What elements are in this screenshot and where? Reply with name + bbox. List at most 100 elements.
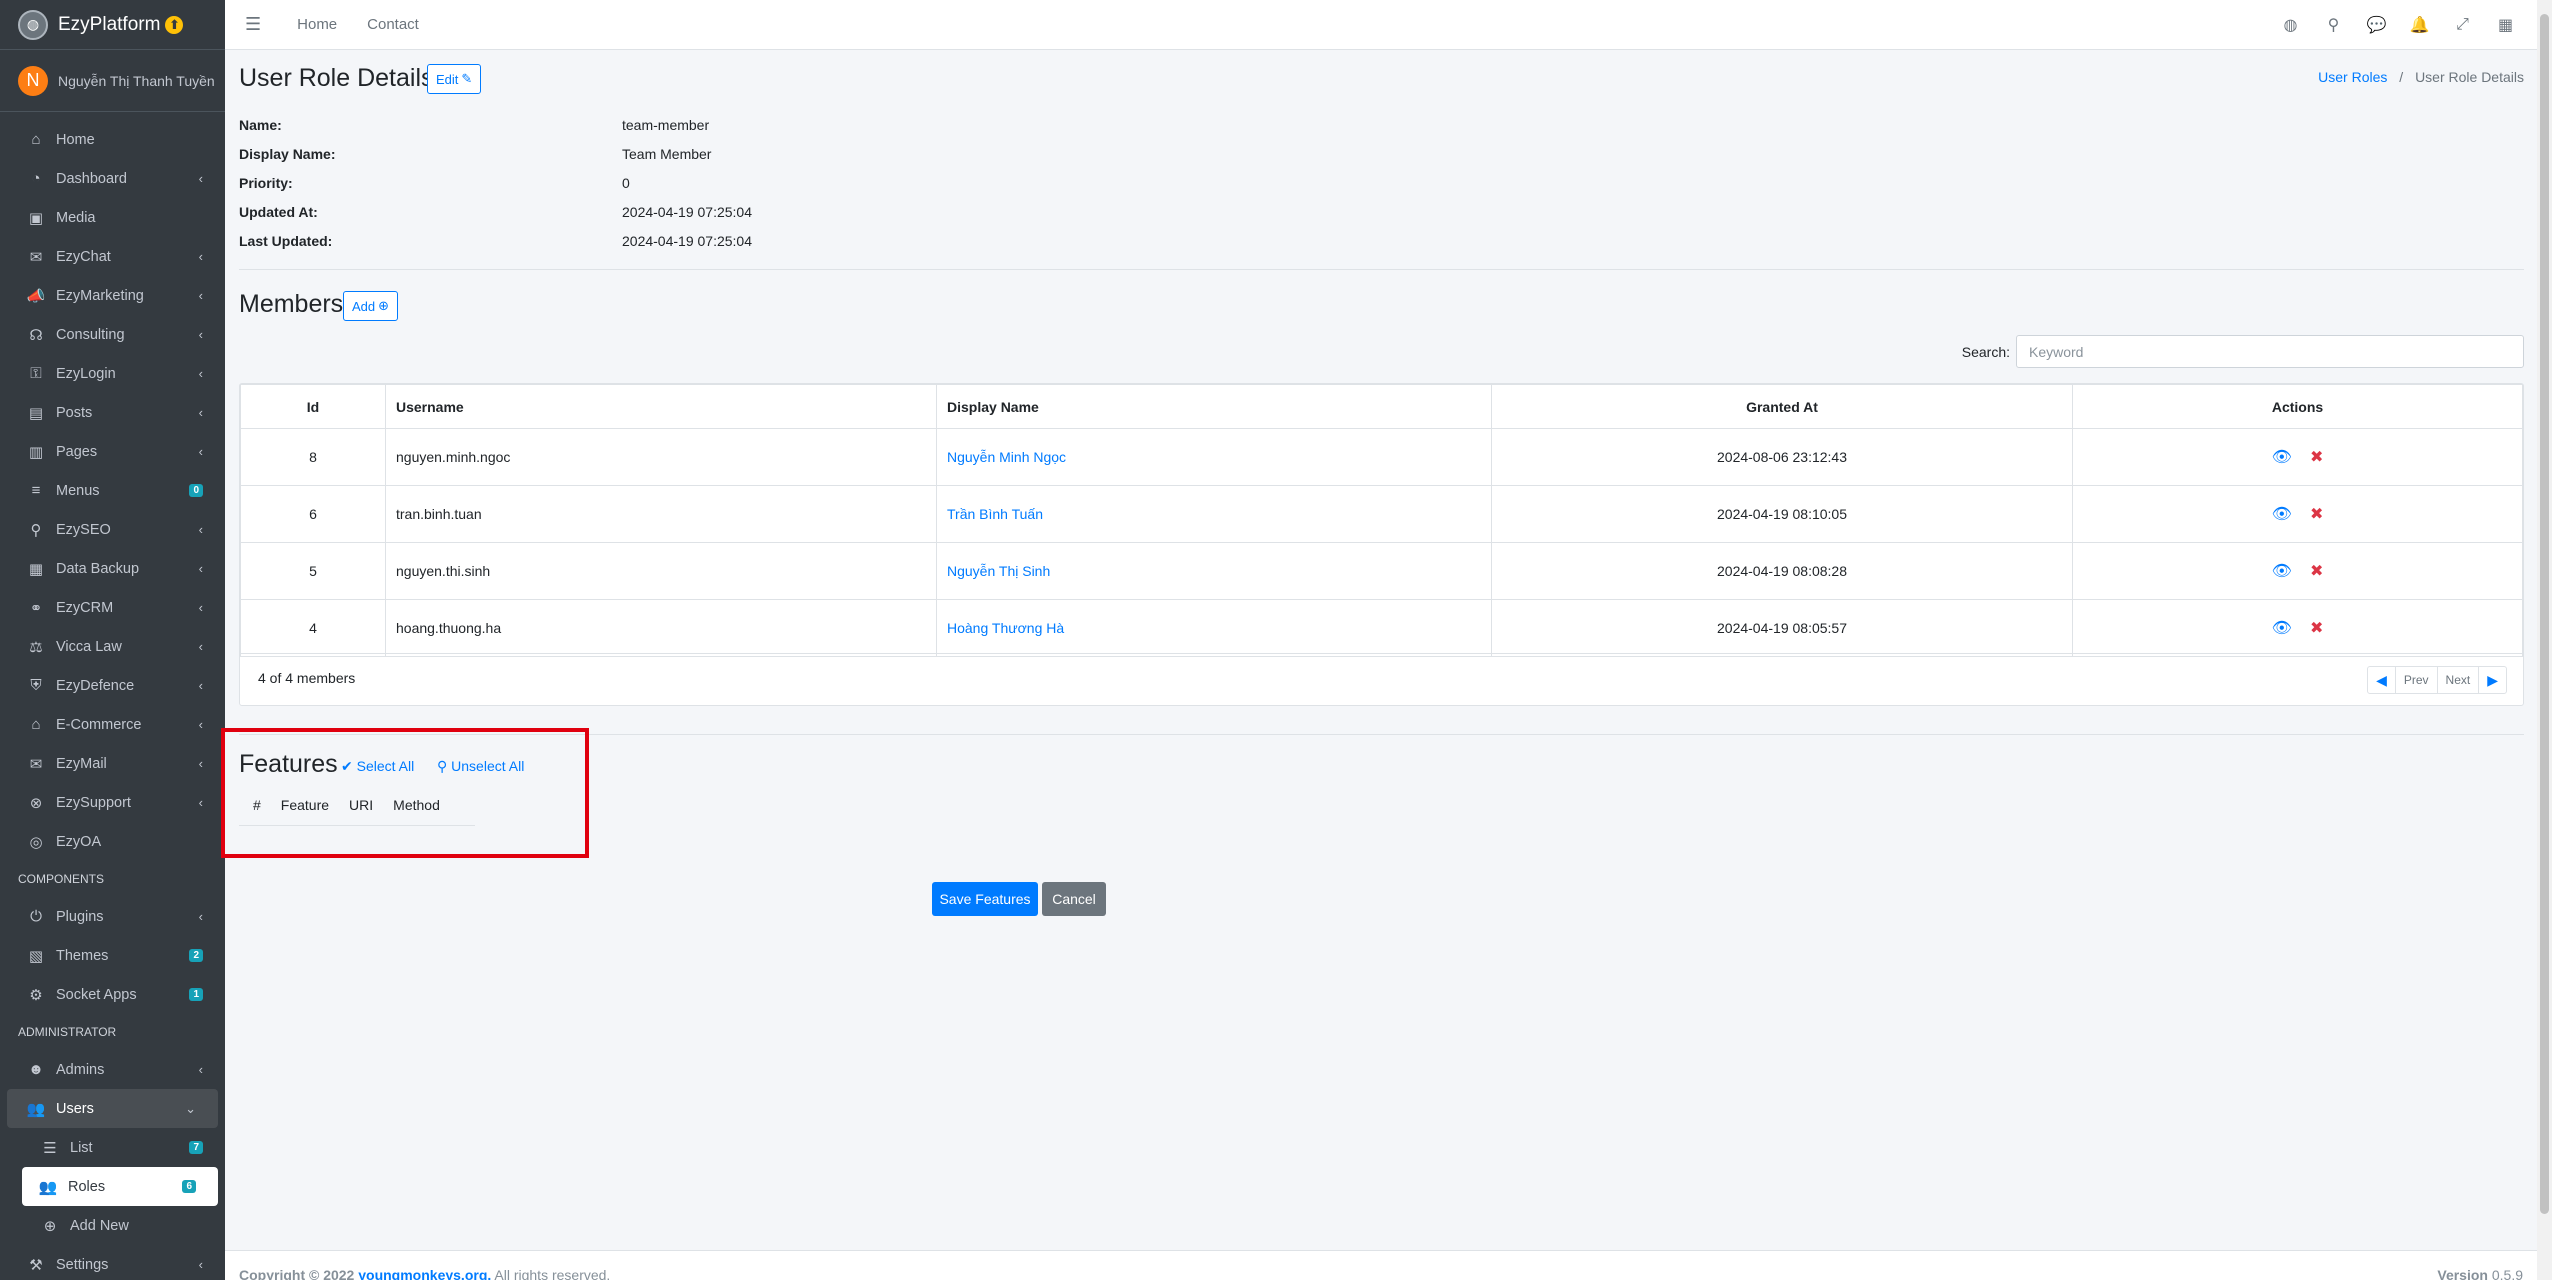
upgrade-icon[interactable]: ⬆ (165, 15, 184, 34)
page-scrollbar[interactable] (2537, 0, 2552, 1280)
save-features-button[interactable]: Save Features (932, 882, 1038, 916)
sidebar-item-label: Admins (56, 1061, 105, 1078)
col-username[interactable]: Username (385, 384, 937, 429)
chevron-icon: ‹ (198, 1257, 203, 1272)
expand-icon[interactable]: ⤢ (2441, 16, 2484, 34)
chevron-icon: ‹ (198, 327, 203, 342)
brand[interactable]: ◍ EzyPlatform ⬆ (0, 0, 225, 50)
sidebar-item-label: Plugins (56, 908, 104, 925)
eye-icon[interactable]: 👁 (2272, 620, 2292, 637)
sidebar-item-ezylogin[interactable]: ⚿ EzyLogin ‹ (0, 354, 225, 393)
remove-user-icon[interactable]: ✖ (2310, 449, 2323, 466)
edit-button[interactable]: Edit ✎ (427, 64, 482, 94)
sidebar-item-settings[interactable]: ⚒ Settings ‹ (0, 1245, 225, 1280)
cell-display-name: Nguyễn Thị Sinh (936, 542, 1492, 600)
plugins-icon: ⏻ (30, 908, 42, 925)
col-display-name[interactable]: Display Name (936, 384, 1492, 429)
search-input[interactable] (2016, 335, 2524, 368)
col-method: Method (393, 796, 440, 813)
display-name-link[interactable]: Trần Bình Tuấn (947, 506, 1043, 522)
select-all-label: Select All (356, 758, 415, 774)
members-summary: 4 of 4 members (258, 670, 356, 686)
sidebar-item-ezycrm[interactable]: ⚭ EzyCRM ‹ (0, 588, 225, 627)
display-name-link[interactable]: Hoàng Thương Hà (947, 620, 1064, 636)
prev-button[interactable]: Prev (2396, 667, 2438, 693)
sidebar-item-admins[interactable]: ☻ Admins ‹ (0, 1050, 225, 1089)
user-panel[interactable]: N Nguyễn Thị Thanh Tuyền (0, 50, 225, 112)
eye-icon[interactable]: 👁 (2272, 506, 2292, 523)
cell-username: tran.binh.tuan (385, 485, 937, 543)
nav-link-home[interactable]: Home (297, 16, 337, 33)
globe-icon[interactable]: ◍ (2269, 15, 2312, 35)
col-granted-at[interactable]: Granted At (1491, 384, 2073, 429)
next-button[interactable]: Next (2438, 667, 2480, 693)
sidebar-item-pages[interactable]: ▥ Pages ‹ (0, 432, 225, 471)
sidebar-item-plugins[interactable]: ⏻ Plugins ‹ (0, 897, 225, 936)
socket-apps-icon: ⚙ (29, 986, 43, 1004)
sidebar-item-socket-apps[interactable]: ⚙ Socket Apps 1 (0, 975, 225, 1014)
sidebar-item-label: EzyLogin (56, 365, 116, 382)
sidebar-item-ezyseo[interactable]: ⚲ EzySEO ‹ (0, 510, 225, 549)
unselect-all-link[interactable]: ⚲ Unselect All (437, 758, 524, 775)
table-row: 4 hoang.thuong.ha Hoàng Thương Hà 2024-04-1… (240, 599, 2523, 657)
col-id[interactable]: Id (240, 384, 386, 429)
nav-link-contact[interactable]: Contact (367, 16, 419, 33)
sidebar-item-roles[interactable]: 👥 Roles 6 (22, 1167, 218, 1206)
sidebar-item-ezychat[interactable]: ✉ EzyChat ‹ (0, 237, 225, 276)
sidebar-badge: 1 (189, 988, 203, 1001)
media-icon: ▣ (28, 209, 44, 227)
sidebar-badge: 2 (189, 949, 203, 962)
sidebar-badge: 0 (189, 484, 203, 497)
chevron-icon: ‹ (198, 795, 203, 810)
bell-icon[interactable]: 🔔 (2398, 15, 2441, 35)
remove-user-icon[interactable]: ✖ (2310, 563, 2323, 580)
chevron-icon: ‹ (198, 600, 203, 615)
footer-link[interactable]: youngmonkeys.org. (358, 1267, 491, 1280)
detail-value: Team Member (622, 145, 712, 162)
sidebar-item-ezymail[interactable]: ✉ EzyMail ‹ (0, 744, 225, 783)
cell-actions: 👁 ✖ (2072, 542, 2523, 600)
eye-icon[interactable]: 👁 (2272, 449, 2292, 466)
ezylogin-icon: ⚿ (30, 365, 42, 382)
breadcrumb-user-roles[interactable]: User Roles (2318, 69, 2387, 85)
grid-icon[interactable]: ▦ (2484, 15, 2527, 35)
sidebar-item-users[interactable]: 👥 Users ⌄ (7, 1089, 218, 1128)
sidebar-item-ezymarketing[interactable]: 📣 EzyMarketing ‹ (0, 276, 225, 315)
sidebar-item-ezydefence[interactable]: ⛨ EzyDefence ‹ (0, 666, 225, 705)
sidebar-item-media[interactable]: ▣ Media (0, 198, 225, 237)
sidebar-item-home[interactable]: ⌂ Home (0, 120, 225, 159)
sidebar-item-e-commerce[interactable]: ⌂ E-Commerce ‹ (0, 705, 225, 744)
eye-icon[interactable]: 👁 (2272, 563, 2292, 580)
user-name[interactable]: Nguyễn Thị Thanh Tuyền (58, 73, 215, 89)
remove-user-icon[interactable]: ✖ (2310, 620, 2323, 637)
sidebar-item-consulting[interactable]: ☊ Consulting ‹ (0, 315, 225, 354)
select-all-link[interactable]: ✔ Select All (341, 758, 414, 775)
avatar: N (18, 65, 48, 96)
cell-display-name: Nguyễn Minh Ngọc (936, 428, 1492, 486)
sidebar-item-dashboard[interactable]: ◔ Dashboard ‹ (0, 159, 225, 198)
hamburger-icon[interactable]: ☰ (245, 14, 261, 35)
add-member-button[interactable]: Add ⊕ (343, 291, 399, 321)
sidebar-item-add-new[interactable]: ⊕ Add New (0, 1206, 225, 1245)
display-name-link[interactable]: Nguyễn Minh Ngọc (947, 449, 1066, 465)
cancel-button[interactable]: Cancel (1042, 882, 1106, 916)
chevron-icon: ‹ (198, 522, 203, 537)
sidebar-item-ezyoa[interactable]: ◎ EzyOA (0, 822, 225, 861)
posts-icon: ▤ (28, 404, 44, 422)
sidebar-item-themes[interactable]: ▧ Themes 2 (0, 936, 225, 975)
sidebar-item-menus[interactable]: ≡ Menus 0 (0, 471, 225, 510)
sidebar-item-data-backup[interactable]: ▦ Data Backup ‹ (0, 549, 225, 588)
table-row: 5 nguyen.thi.sinh Nguyễn Thị Sinh 2024-04-1… (240, 542, 2523, 600)
remove-user-icon[interactable]: ✖ (2310, 506, 2323, 523)
sidebar-item-ezysupport[interactable]: ⊗ EzySupport ‹ (0, 783, 225, 822)
sidebar-item-list[interactable]: ☰ List 7 (0, 1128, 225, 1167)
sidebar-item-vicca-law[interactable]: ⚖ Vicca Law ‹ (0, 627, 225, 666)
display-name-link[interactable]: Nguyễn Thị Sinh (947, 563, 1050, 579)
next-arrow-icon[interactable]: ▶ (2479, 667, 2506, 693)
prev-arrow-icon[interactable]: ◀ (2368, 667, 2396, 693)
comments-icon[interactable]: 💬 (2355, 15, 2398, 35)
cell-actions: 👁 ✖ (2072, 485, 2523, 543)
sidebar-item-posts[interactable]: ▤ Posts ‹ (0, 393, 225, 432)
scrollbar-thumb[interactable] (2540, 14, 2549, 1214)
search-icon[interactable]: ⚲ (2312, 15, 2355, 35)
